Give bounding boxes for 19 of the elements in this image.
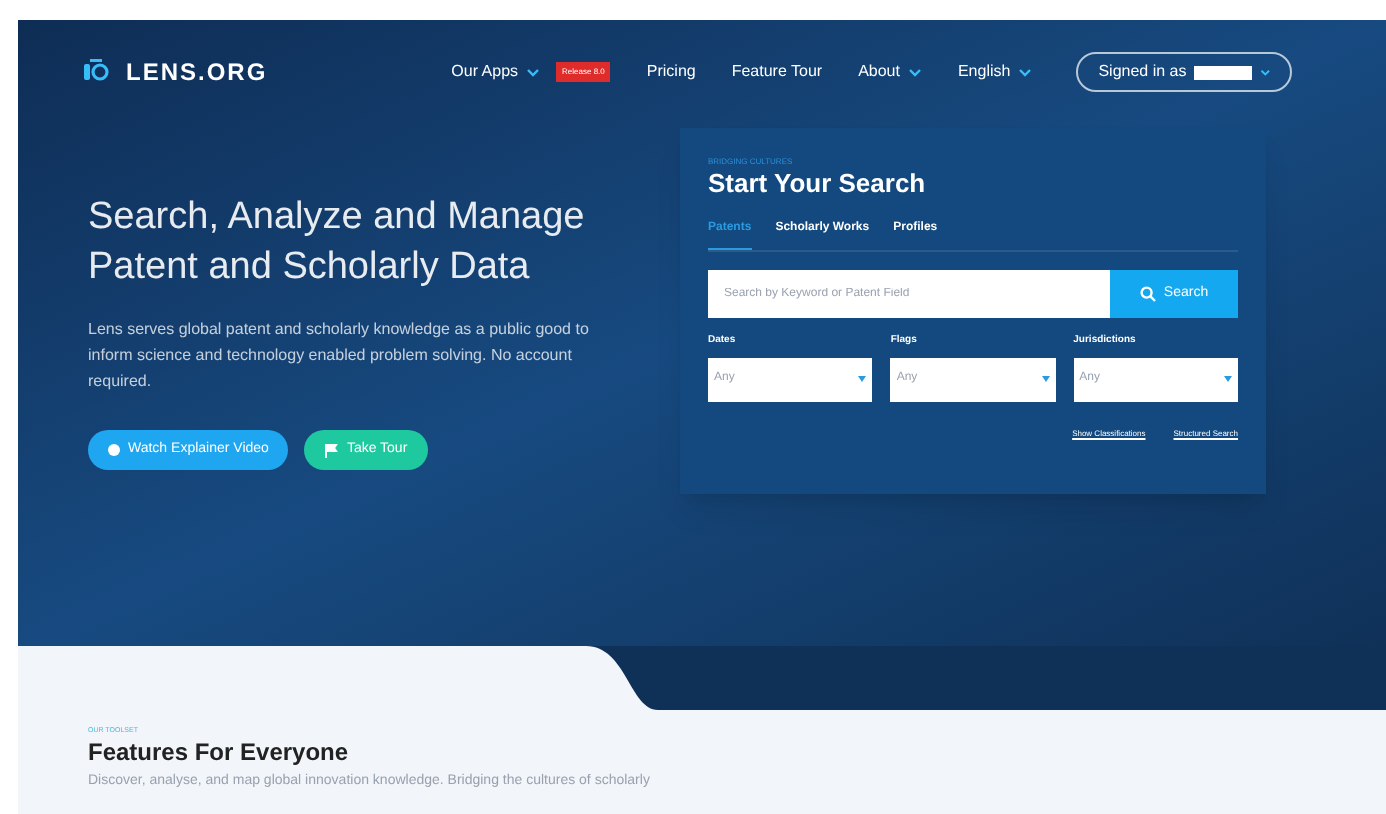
hero-title: Search, Analyze and Manage Patent and Scholarly Data <box>88 194 587 292</box>
dropdown-arrow-icon <box>1041 376 1050 382</box>
logo-text[interactable]: LENS.ORG <box>126 54 268 90</box>
search-icon <box>1139 286 1156 302</box>
hero-description: Lens serves global patent and scholarly knowledge as a public good to inform science and technology enabled problem solving. No account required. <box>88 318 591 394</box>
dropdown-arrow-icon <box>858 376 867 382</box>
caret-icon <box>1259 67 1271 77</box>
card-title: Start Your Search <box>708 168 928 200</box>
nav-link[interactable]: Pricing <box>646 60 696 84</box>
dropdown-arrow-icon <box>1224 376 1232 382</box>
flag-icon <box>324 443 339 457</box>
nav-link[interactable]: Feature Tour <box>731 60 823 84</box>
section-title: Features For Everyone <box>88 736 351 769</box>
account-button[interactable]: Signed in as <box>1076 52 1293 92</box>
nav-link[interactable]: English <box>957 60 1033 84</box>
nav-link[interactable]: Our Apps <box>451 60 541 84</box>
logo-icon <box>82 58 110 86</box>
nav-link[interactable]: About <box>858 60 922 84</box>
record-icon <box>108 444 120 456</box>
